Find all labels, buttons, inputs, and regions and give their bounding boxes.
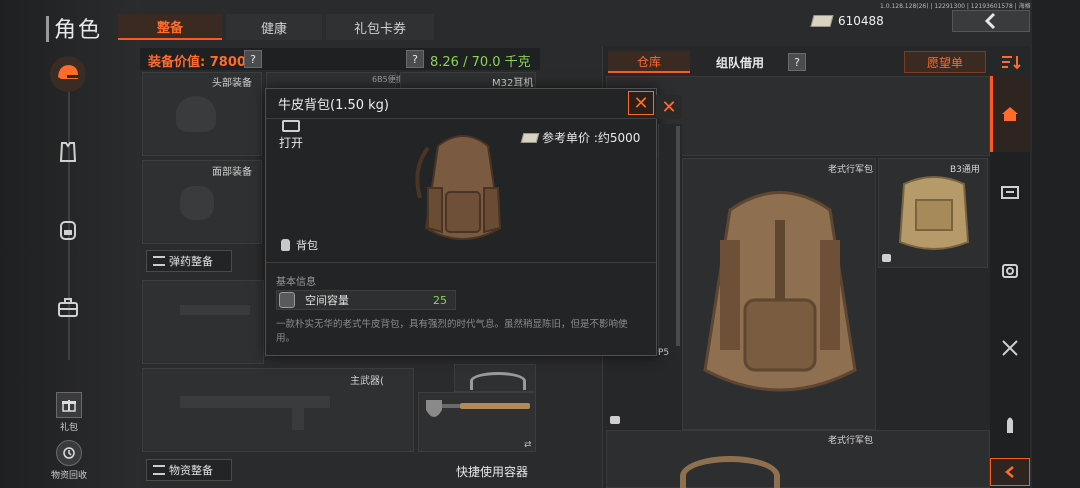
backpack-large-icon — [703, 191, 857, 392]
ref-price: 参考单价 :约5000 — [520, 129, 641, 146]
headset-tag: M32耳机 — [492, 78, 534, 89]
item-status-icon — [610, 416, 620, 424]
ref-price-text: 参考单价 :约5000 — [542, 131, 641, 145]
weight-display: 8.26 / 70.0 千克 — [430, 55, 531, 70]
basic-info-title: 基本信息 — [276, 277, 316, 288]
item-category: 背包 — [281, 237, 318, 253]
backpack-icon[interactable] — [50, 212, 86, 248]
p5-label: P5 — [658, 348, 670, 358]
money-amount: 610488 — [838, 14, 884, 28]
supply-refit-label: 物资整备 — [169, 464, 213, 477]
shovel-icon — [426, 400, 530, 417]
popup-divider — [266, 118, 656, 119]
sort-icon[interactable] — [1000, 54, 1022, 70]
armor-icon[interactable] — [50, 134, 86, 170]
primary-weapon-label: 主武器( — [350, 376, 384, 387]
item-category-label: 背包 — [296, 239, 318, 252]
scrollbar[interactable] — [676, 126, 680, 346]
gift-icon — [56, 392, 82, 418]
supply-icon — [153, 465, 165, 475]
cash-icon — [520, 132, 540, 143]
swap-icon[interactable]: ⇄ — [524, 440, 532, 450]
tab-team-borrow[interactable]: 组队借用 — [694, 51, 786, 73]
ammo-refit-button[interactable]: 弹药整备 — [146, 250, 232, 272]
helmet-placeholder-icon — [176, 96, 216, 132]
money-display: 610488 — [810, 12, 884, 30]
chevron-left-icon — [984, 12, 996, 30]
wishlist-button[interactable]: 愿望单 — [904, 51, 986, 73]
case-icon[interactable] — [50, 290, 86, 326]
gift-label: 礼包 — [59, 423, 78, 433]
capacity-stat: 空间容量 25 — [276, 290, 456, 310]
popup-title: 牛皮背包(1.50 kg) — [278, 98, 390, 113]
rifle-grip-icon — [292, 408, 304, 430]
face-slot-label: 面部装备 — [212, 167, 252, 178]
storage-box-icon[interactable] — [996, 178, 1024, 206]
storage-item-label: 老式行军包 — [828, 165, 874, 175]
open-icon[interactable] — [282, 120, 300, 132]
supply-refit-button[interactable]: 物资整备 — [146, 459, 232, 481]
helmet-icon[interactable] — [50, 56, 86, 92]
open-button[interactable]: 打开 — [279, 134, 303, 151]
right-edge-bar — [1032, 0, 1080, 488]
head-slot-label: 头部装备 — [212, 78, 252, 89]
b3-status-icon — [882, 254, 891, 262]
capacity-value: 25 — [433, 293, 447, 307]
page-title: 角色 — [54, 18, 103, 43]
gun-placeholder-icon — [180, 305, 250, 315]
rifle-placeholder-icon — [180, 396, 330, 408]
tab-storage[interactable]: 仓库 — [608, 51, 690, 73]
recycle-button[interactable]: 物资回收 — [50, 440, 88, 481]
underlying-close-button[interactable]: ✕ — [656, 95, 682, 119]
leather-backpack-icon — [415, 135, 502, 240]
home-icon[interactable] — [996, 100, 1024, 128]
medkit-icon[interactable] — [996, 256, 1024, 284]
equip-value: 装备价值: 7800 — [148, 55, 246, 70]
ammo-refit-label: 弹药整备 — [169, 255, 213, 268]
item-description: 一款朴实无华的老式牛皮背包，具有强烈的时代气息。虽然稍显陈旧，但是不影响使用。 — [276, 319, 628, 344]
ammo-category-icon[interactable] — [996, 410, 1024, 438]
tab-health[interactable]: 健康 — [226, 14, 322, 40]
recycle-label: 物资回收 — [50, 471, 87, 481]
b3-bag-icon — [898, 176, 970, 250]
ammo-icon — [153, 256, 165, 266]
mask-placeholder-icon — [180, 186, 214, 220]
storage-item-2-label: 老式行军包 — [828, 436, 874, 446]
popup-close-button[interactable]: ✕ — [628, 91, 654, 115]
tab-equip[interactable]: 整备 — [118, 14, 222, 40]
melee-icon[interactable] — [996, 334, 1024, 362]
info-divider — [266, 262, 656, 263]
equip-value-help-button[interactable]: ? — [244, 50, 262, 68]
tab-gift-coupons[interactable]: 礼包卡券 — [326, 14, 434, 40]
version-text: 1.0.128.128(26) | 12291300 | 12193601578… — [880, 3, 1031, 10]
cash-icon — [810, 15, 834, 27]
title-bar-accent — [46, 16, 49, 42]
secondary-slot[interactable] — [142, 280, 264, 364]
bag-category-icon — [281, 239, 290, 251]
back-button[interactable] — [952, 10, 1030, 32]
storage-row-bottom[interactable] — [606, 430, 990, 488]
recycle-icon — [56, 440, 82, 466]
weight-help-button[interactable]: ? — [406, 50, 424, 68]
chevron-left-icon — [1005, 466, 1014, 478]
capacity-label: 空间容量 — [305, 294, 349, 307]
capacity-icon — [279, 292, 295, 308]
collapse-rail-button[interactable] — [990, 458, 1030, 486]
gift-button[interactable]: 礼包 — [50, 392, 88, 433]
strap-icon — [470, 372, 526, 390]
backpack-partial-icon — [680, 456, 780, 488]
storage-help-button[interactable]: ? — [788, 53, 806, 71]
quick-container-label: 快捷使用容器 — [456, 465, 529, 479]
